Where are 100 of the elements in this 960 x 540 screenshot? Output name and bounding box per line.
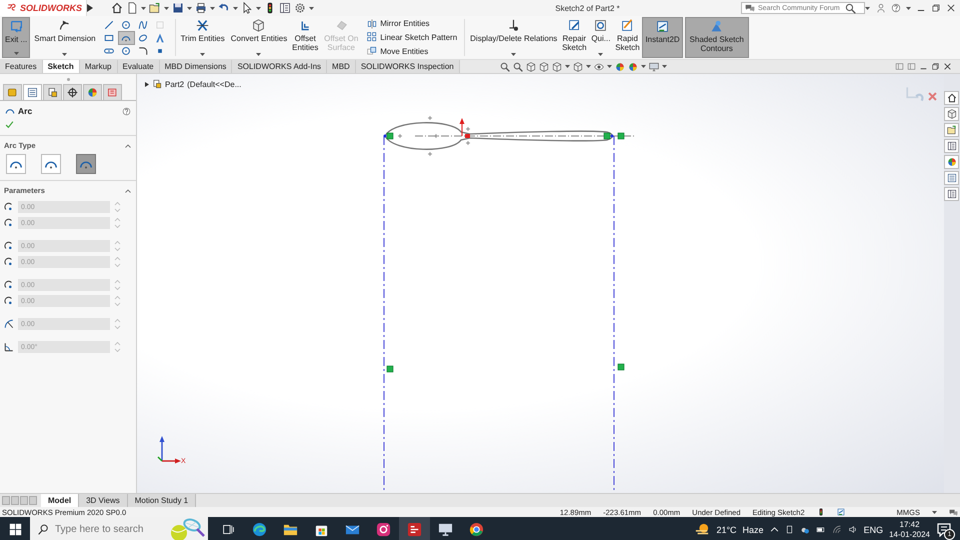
caret-icon[interactable]: [200, 53, 206, 56]
help-icon[interactable]: [890, 3, 901, 13]
caret-icon[interactable]: [662, 65, 667, 68]
notification-icon[interactable]: [936, 520, 952, 536]
task-pane-tab[interactable]: [944, 171, 959, 185]
chat-icon[interactable]: [744, 3, 755, 13]
text-icon[interactable]: [155, 32, 166, 42]
taskbar-app-button[interactable]: [399, 517, 430, 540]
collapse-icon[interactable]: [124, 142, 132, 150]
user-icon[interactable]: [876, 3, 886, 13]
eye-icon[interactable]: [594, 62, 604, 72]
caret-icon[interactable]: [141, 6, 146, 10]
caret-icon[interactable]: [640, 65, 646, 68]
sketch-command-button[interactable]: Mirror Entities: [367, 18, 458, 29]
crosshair-icon[interactable]: [67, 87, 78, 98]
temperature[interactable]: 21°C: [716, 524, 737, 534]
sketch-command-button[interactable]: Linear Sketch Pattern: [367, 32, 458, 42]
phone-icon[interactable]: [784, 525, 794, 534]
convert-button[interactable]: Convert Entities: [228, 17, 290, 58]
caret-icon[interactable]: [256, 53, 262, 56]
caret-icon[interactable]: [256, 6, 261, 10]
printer-icon[interactable]: [195, 2, 207, 14]
model-tab[interactable]: 3D Views: [79, 494, 128, 507]
color-sphere-icon[interactable]: [628, 62, 638, 72]
zoom-area-icon[interactable]: [512, 62, 523, 72]
speaker-icon[interactable]: [848, 525, 858, 534]
trim-button[interactable]: Trim Entities: [178, 17, 227, 58]
color-sphere-icon[interactable]: [87, 87, 98, 98]
folder-icon[interactable]: [283, 522, 298, 537]
tile-icon[interactable]: [907, 62, 916, 71]
spline-icon[interactable]: [138, 20, 148, 30]
offset-button[interactable]: Offset Entities: [291, 17, 320, 58]
search-icon[interactable]: [38, 524, 49, 535]
task-pane-tab[interactable]: [944, 187, 959, 201]
repair-button[interactable]: Repair Sketch: [561, 17, 588, 58]
settings-icon[interactable]: [294, 2, 306, 14]
monitor-icon[interactable]: [648, 62, 659, 72]
home-icon[interactable]: [946, 93, 956, 103]
color-circle-browser-icon[interactable]: [469, 522, 484, 537]
caret-icon[interactable]: [586, 65, 591, 68]
line-icon[interactable]: [104, 20, 114, 30]
slot-icon[interactable]: [104, 46, 114, 56]
folder-icon[interactable]: [946, 125, 956, 135]
relations-button[interactable]: Display/Delete Relations: [468, 17, 560, 58]
fillet-icon[interactable]: [138, 46, 148, 56]
command-tab[interactable]: Sketch: [42, 60, 80, 73]
caret-icon[interactable]: [309, 6, 314, 10]
quick-snaps-button[interactable]: Qui...: [589, 17, 612, 58]
collapse-icon[interactable]: [124, 186, 132, 194]
part-icon[interactable]: [152, 79, 162, 89]
command-tab[interactable]: SOLIDWORKS Add-Ins: [232, 60, 328, 73]
monitor-icon[interactable]: [438, 522, 453, 537]
home-icon[interactable]: [111, 2, 123, 14]
caret-icon[interactable]: [164, 6, 169, 10]
pencil-icon[interactable]: [620, 19, 634, 32]
task-pane-tab[interactable]: [944, 107, 959, 121]
camera-app-icon[interactable]: [376, 522, 391, 537]
palette-icon[interactable]: [946, 141, 956, 151]
instant2d-button[interactable]: Instant2D: [642, 17, 683, 58]
caret-icon[interactable]: [906, 6, 911, 10]
cube-icon[interactable]: [552, 62, 562, 72]
task-pane-tab[interactable]: [944, 139, 959, 153]
panel-tab[interactable]: [43, 84, 62, 100]
sphere-icon[interactable]: [614, 62, 625, 72]
relations-icon[interactable]: [507, 19, 520, 32]
caret-icon[interactable]: [210, 6, 215, 10]
weather-sun-icon[interactable]: [694, 522, 710, 536]
task-pane-tab[interactable]: [944, 123, 959, 137]
dimension-icon[interactable]: [58, 19, 72, 32]
sketch-command-button[interactable]: Move Entities: [367, 46, 458, 56]
task-pane-tab[interactable]: [944, 91, 959, 105]
list-icon[interactable]: [946, 173, 956, 183]
configuration-name[interactable]: (Default<<De...: [187, 80, 242, 88]
traffic-light-icon[interactable]: [816, 508, 825, 516]
help-icon[interactable]: [122, 106, 131, 116]
taskbar-search-field[interactable]: Type here to search: [30, 517, 208, 540]
restore-icon[interactable]: [930, 3, 941, 13]
part-name[interactable]: Part2: [165, 80, 184, 88]
caret-icon[interactable]: [511, 53, 516, 56]
offset-icon[interactable]: [298, 19, 312, 32]
open-folder-icon[interactable]: [149, 2, 161, 14]
cloud-icon[interactable]: [800, 525, 810, 534]
command-tab[interactable]: Markup: [80, 60, 118, 73]
expand-arrow-icon[interactable]: [145, 82, 149, 86]
restore-icon[interactable]: [931, 62, 940, 71]
cube-icon[interactable]: [946, 109, 956, 119]
clock[interactable]: 17:42 14-01-2024: [889, 520, 930, 540]
command-tab[interactable]: Features: [0, 60, 43, 73]
caret-icon[interactable]: [62, 53, 68, 56]
mirror-icon[interactable]: [367, 18, 378, 29]
tool-sheet-icon[interactable]: [107, 87, 118, 98]
windows-icon[interactable]: [8, 523, 22, 536]
search-icon[interactable]: [844, 2, 856, 14]
caret-icon[interactable]: [864, 6, 870, 10]
smart-dimension-button[interactable]: Smart Dimension: [32, 17, 98, 58]
list-icon[interactable]: [27, 87, 38, 98]
swirl-browser-icon[interactable]: [252, 522, 267, 537]
caret-icon[interactable]: [14, 52, 19, 55]
grip-dot-icon[interactable]: [66, 78, 70, 80]
tile-icon[interactable]: [895, 62, 904, 71]
